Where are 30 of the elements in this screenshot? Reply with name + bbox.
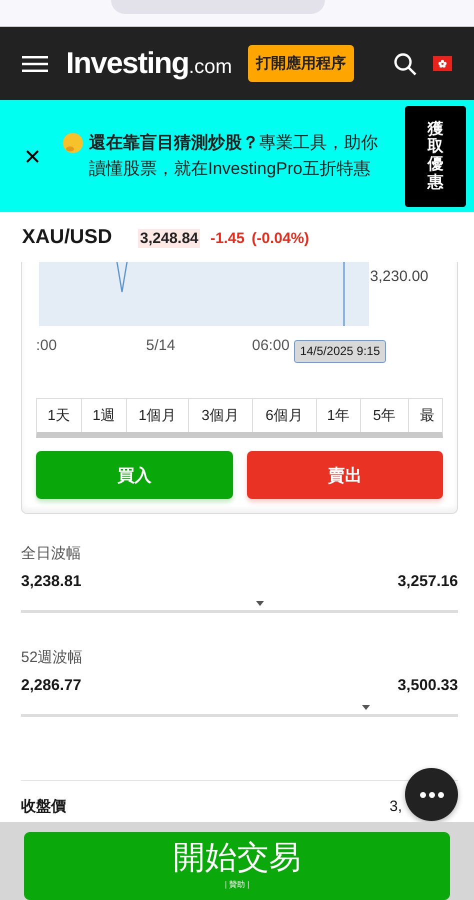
stat-label: 收盤價 xyxy=(21,796,66,816)
search-icon[interactable] xyxy=(393,52,417,76)
more-icon xyxy=(420,792,444,798)
axis-label: 3,230.00 xyxy=(370,268,428,285)
stat-value: 3, xyxy=(389,798,402,814)
axis-label: 06:00 xyxy=(252,337,290,354)
logo[interactable]: Investing.com xyxy=(66,46,232,80)
price-change: -1.45 xyxy=(210,230,245,247)
sell-button[interactable]: 賣出 xyxy=(246,451,443,499)
menu-icon[interactable] xyxy=(22,54,48,72)
more-button[interactable] xyxy=(405,768,458,821)
axis-label: :00 xyxy=(36,337,58,354)
thinking-face-icon xyxy=(62,132,84,154)
promo-message: 還在靠盲目猜測炒股？專業工具，助你讀懂股票，就在InvestingPro五折特惠 xyxy=(89,132,379,180)
open-app-button[interactable]: 打開應用程序 xyxy=(248,45,354,82)
range-title: 52週波幅 xyxy=(21,648,84,667)
last-price: 3,248.84 xyxy=(138,229,200,248)
range-low: 2,286.77 xyxy=(21,677,82,695)
range-high: 3,257.16 xyxy=(398,573,458,591)
flag-icon[interactable] xyxy=(433,56,452,71)
close-icon[interactable] xyxy=(26,150,39,162)
sponsored-label: | 贊助 | xyxy=(224,879,250,890)
instrument-symbol: XAU/USD xyxy=(22,226,112,249)
range-title: 全日波幅 xyxy=(21,544,82,563)
range-low: 3,238.81 xyxy=(21,573,82,591)
percent-change: (-0.04%) xyxy=(252,230,310,247)
offer-button[interactable]: 獲取優惠 xyxy=(405,106,466,206)
range-high: 3,500.33 xyxy=(398,677,458,695)
crosshair-tooltip: 14/5/2025 9:15 xyxy=(294,340,386,363)
axis-label: 5/14 xyxy=(146,337,176,354)
